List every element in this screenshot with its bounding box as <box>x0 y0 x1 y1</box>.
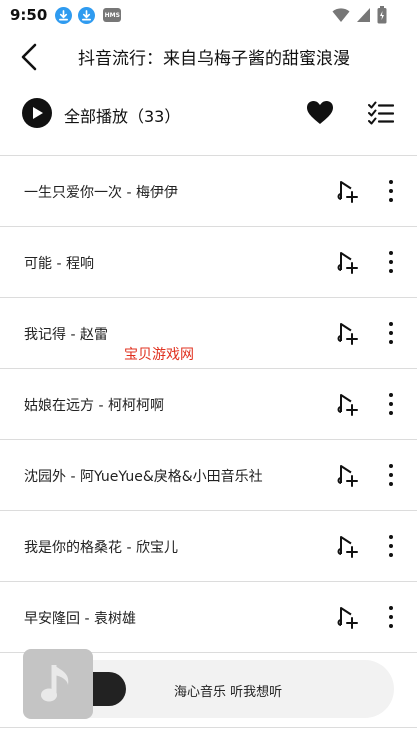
add-to-playlist-button[interactable] <box>335 392 359 416</box>
heart-icon <box>307 101 333 124</box>
download-icon <box>55 6 73 24</box>
song-title: 早安隆回 - 袁树雄 <box>24 611 136 627</box>
playall-bar: 全部播放（33） <box>0 92 417 138</box>
music-note-icon <box>41 665 69 702</box>
song-title: 一生只爱你一次 - 梅伊伊 <box>24 185 178 201</box>
song-title: 我记得 - 赵雷 <box>24 327 108 343</box>
add-to-playlist-button[interactable] <box>335 534 359 558</box>
song-title: 我是你的格桑花 - 欣宝儿 <box>24 540 178 556</box>
add-to-playlist-icon <box>337 181 358 203</box>
favorite-button[interactable] <box>306 100 334 126</box>
more-options-button[interactable] <box>383 319 399 347</box>
play-all-button[interactable] <box>22 98 52 128</box>
add-to-playlist-icon <box>337 394 358 416</box>
song-row[interactable]: 一生只爱你一次 - 梅伊伊 <box>0 156 417 227</box>
status-bar: 9:50 HMS <box>0 0 417 30</box>
add-to-playlist-button[interactable] <box>335 250 359 274</box>
add-to-playlist-button[interactable] <box>335 605 359 629</box>
add-to-playlist-button[interactable] <box>335 463 359 487</box>
more-options-button[interactable] <box>383 603 399 631</box>
status-icons <box>332 6 387 24</box>
back-button[interactable] <box>14 40 44 74</box>
hms-icon: HMS <box>103 8 122 22</box>
signal-icon <box>357 8 370 22</box>
play-icon <box>33 107 43 119</box>
multiselect-button[interactable] <box>368 101 395 125</box>
wifi-icon <box>332 8 350 22</box>
album-cover[interactable] <box>23 649 93 719</box>
song-row[interactable]: 沈园外 - 阿YueYue&戾格&小田音乐社 <box>0 440 417 511</box>
mini-player-text: 海心音乐 听我想听 <box>174 685 283 700</box>
song-title: 沈园外 - 阿YueYue&戾格&小田音乐社 <box>24 469 263 485</box>
song-title: 可能 - 程响 <box>24 256 94 272</box>
add-to-playlist-button[interactable] <box>335 179 359 203</box>
more-options-button[interactable] <box>383 390 399 418</box>
back-arrow-icon <box>21 43 37 71</box>
song-row[interactable]: 我记得 - 赵雷 <box>0 298 417 369</box>
battery-icon <box>377 6 387 24</box>
add-to-playlist-icon <box>337 536 358 558</box>
watermark: 宝贝游戏网 <box>124 347 194 363</box>
song-row[interactable]: 早安隆回 - 袁树雄 <box>0 582 417 653</box>
add-to-playlist-icon <box>337 607 358 629</box>
checklist-icon <box>368 101 395 125</box>
add-to-playlist-icon <box>337 323 358 345</box>
add-to-playlist-button[interactable] <box>335 321 359 345</box>
song-row[interactable]: 姑娘在远方 - 柯柯柯啊 <box>0 369 417 440</box>
add-to-playlist-icon <box>337 252 358 274</box>
more-options-button[interactable] <box>383 461 399 489</box>
more-options-button[interactable] <box>383 248 399 276</box>
more-options-button[interactable] <box>383 177 399 205</box>
play-all-label[interactable]: 全部播放（33） <box>64 103 180 127</box>
status-time: 9:50 <box>10 6 48 24</box>
divider <box>0 727 417 728</box>
header: 抖音流行：来自乌梅子酱的甜蜜浪漫 <box>0 30 417 82</box>
song-title: 姑娘在远方 - 柯柯柯啊 <box>24 398 164 414</box>
add-to-playlist-icon <box>337 465 358 487</box>
song-row[interactable]: 我是你的格桑花 - 欣宝儿 <box>0 511 417 582</box>
song-row[interactable]: 可能 - 程响 <box>0 227 417 298</box>
song-list: 一生只爱你一次 - 梅伊伊 可能 - 程响 我记得 - 赵雷 姑娘在远方 - 柯… <box>0 155 417 653</box>
page-title: 抖音流行：来自乌梅子酱的甜蜜浪漫 <box>78 49 350 69</box>
download-icon <box>78 6 96 24</box>
more-options-button[interactable] <box>383 532 399 560</box>
